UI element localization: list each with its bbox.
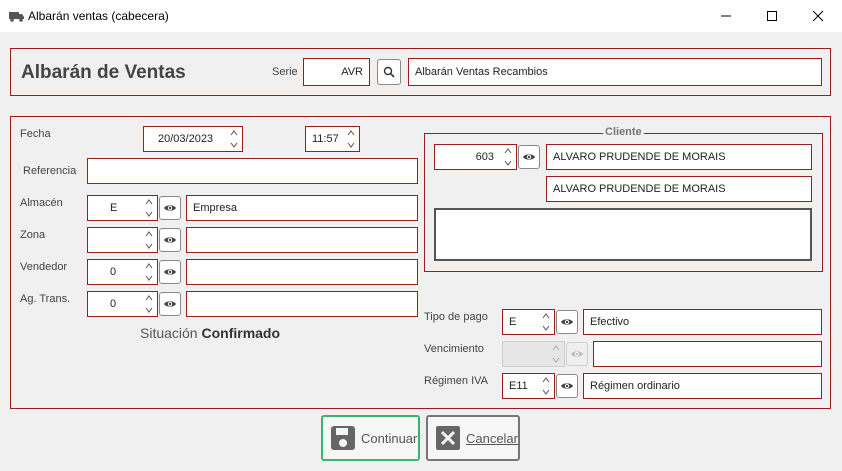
vencimiento-name-field — [593, 341, 822, 367]
agtrans-name-field — [186, 291, 418, 317]
minimize-icon — [721, 15, 731, 17]
almacen-view-button[interactable] — [159, 196, 181, 220]
agtrans-label: Ag. Trans. — [20, 293, 71, 305]
almacen-name-field: Empresa — [186, 195, 418, 221]
vendedor-label: Vendedor — [20, 261, 68, 273]
spin-up-icon[interactable] — [145, 263, 153, 269]
spin-down-icon[interactable] — [145, 307, 153, 313]
cliente-view-button[interactable] — [518, 145, 540, 169]
cliente-notes-field[interactable] — [434, 208, 812, 261]
spin-up-icon[interactable] — [230, 130, 238, 136]
situacion-label: Situación — [140, 325, 198, 341]
spin-down-icon[interactable] — [347, 142, 355, 148]
eye-icon — [164, 301, 176, 307]
regimen-iva-name-field: Régimen ordinario — [583, 373, 822, 399]
vendedor-view-button[interactable] — [159, 260, 181, 284]
spin-down-icon[interactable] — [542, 389, 550, 395]
cancel-icon — [435, 426, 460, 450]
referencia-input[interactable] — [87, 158, 418, 184]
spin-down-icon[interactable] — [504, 160, 512, 166]
situacion-status: Situación Confirmado — [140, 325, 280, 341]
truck-icon — [9, 9, 25, 26]
zona-view-button[interactable] — [159, 228, 181, 252]
serie-description-field: Albarán Ventas Recambios — [408, 58, 822, 86]
close-button[interactable] — [795, 0, 841, 32]
tipo-pago-code-input[interactable]: E — [502, 309, 555, 335]
spin-up-icon[interactable] — [347, 130, 355, 136]
spin-up-icon[interactable] — [542, 377, 550, 383]
spin-up-icon[interactable] — [145, 199, 153, 205]
spin-up-icon[interactable] — [145, 231, 153, 237]
spin-up-icon[interactable] — [145, 295, 153, 301]
maximize-button[interactable] — [749, 0, 795, 32]
zona-code-input[interactable] — [87, 227, 158, 253]
window-title: Albarán ventas (cabecera) — [28, 9, 169, 23]
spin-down-icon[interactable] — [542, 325, 550, 331]
spin-down-icon[interactable] — [145, 243, 153, 249]
spin-up-icon[interactable] — [504, 148, 512, 154]
cancelar-button[interactable]: Cancelar — [426, 415, 520, 461]
continuar-button[interactable]: Continuar — [321, 415, 420, 461]
tipo-pago-view-button[interactable] — [556, 310, 578, 334]
vencimiento-view-button — [566, 342, 588, 366]
serie-input[interactable]: AVR — [303, 58, 370, 86]
page-title: Albarán de Ventas — [21, 62, 186, 83]
spin-down-icon[interactable] — [230, 142, 238, 148]
maximize-icon — [767, 11, 777, 21]
agtrans-view-button[interactable] — [159, 292, 181, 316]
regimen-iva-code-input[interactable]: E11 — [502, 373, 555, 399]
close-icon — [812, 10, 824, 22]
situacion-value: Confirmado — [201, 325, 281, 341]
spin-up-icon[interactable] — [542, 313, 550, 319]
spin-down-icon[interactable] — [145, 211, 153, 217]
tipo-pago-label: Tipo de pago — [424, 311, 488, 323]
almacen-label: Almacén — [20, 197, 63, 209]
cliente-name2-field: ALVARO PRUDENDE DE MORAIS — [546, 176, 812, 202]
eye-icon — [571, 351, 583, 357]
eye-icon — [164, 269, 176, 275]
cliente-legend: Cliente — [603, 126, 644, 138]
serie-search-button[interactable] — [377, 59, 401, 85]
vencimiento-label: Vencimiento — [424, 343, 484, 355]
regimen-iva-view-button[interactable] — [556, 374, 578, 398]
vencimiento-input[interactable] — [502, 341, 565, 367]
cliente-code-input[interactable]: 603 — [434, 144, 517, 170]
vendedor-code-input[interactable]: 0 — [87, 259, 158, 285]
fecha-label: Fecha — [20, 128, 51, 140]
save-icon — [331, 426, 355, 450]
eye-icon — [561, 383, 573, 389]
referencia-label: Referencia — [23, 165, 77, 177]
vendedor-name-field — [186, 259, 418, 285]
fecha-input[interactable]: 20/03/2023 — [143, 126, 243, 152]
serie-label: Serie — [272, 66, 298, 78]
tipo-pago-name-field: Efectivo — [583, 309, 822, 335]
hora-input[interactable]: 11:57 — [305, 126, 360, 152]
spin-down-icon — [552, 357, 560, 363]
spin-down-icon[interactable] — [145, 275, 153, 281]
eye-icon — [164, 237, 176, 243]
eye-icon — [164, 205, 176, 211]
window-titlebar: Albarán ventas (cabecera) — [0, 0, 842, 32]
agtrans-code-input[interactable]: 0 — [87, 291, 158, 317]
search-icon — [383, 66, 395, 78]
zona-name-field — [186, 227, 418, 253]
regimen-iva-label: Régimen IVA — [424, 375, 488, 387]
eye-icon — [561, 319, 573, 325]
spin-up-icon — [552, 345, 560, 351]
almacen-code-input[interactable]: E — [87, 195, 158, 221]
eye-icon — [523, 154, 535, 160]
minimize-button[interactable] — [703, 0, 749, 32]
zona-label: Zona — [20, 229, 46, 241]
cliente-name-field: ALVARO PRUDENDE DE MORAIS — [546, 144, 812, 170]
